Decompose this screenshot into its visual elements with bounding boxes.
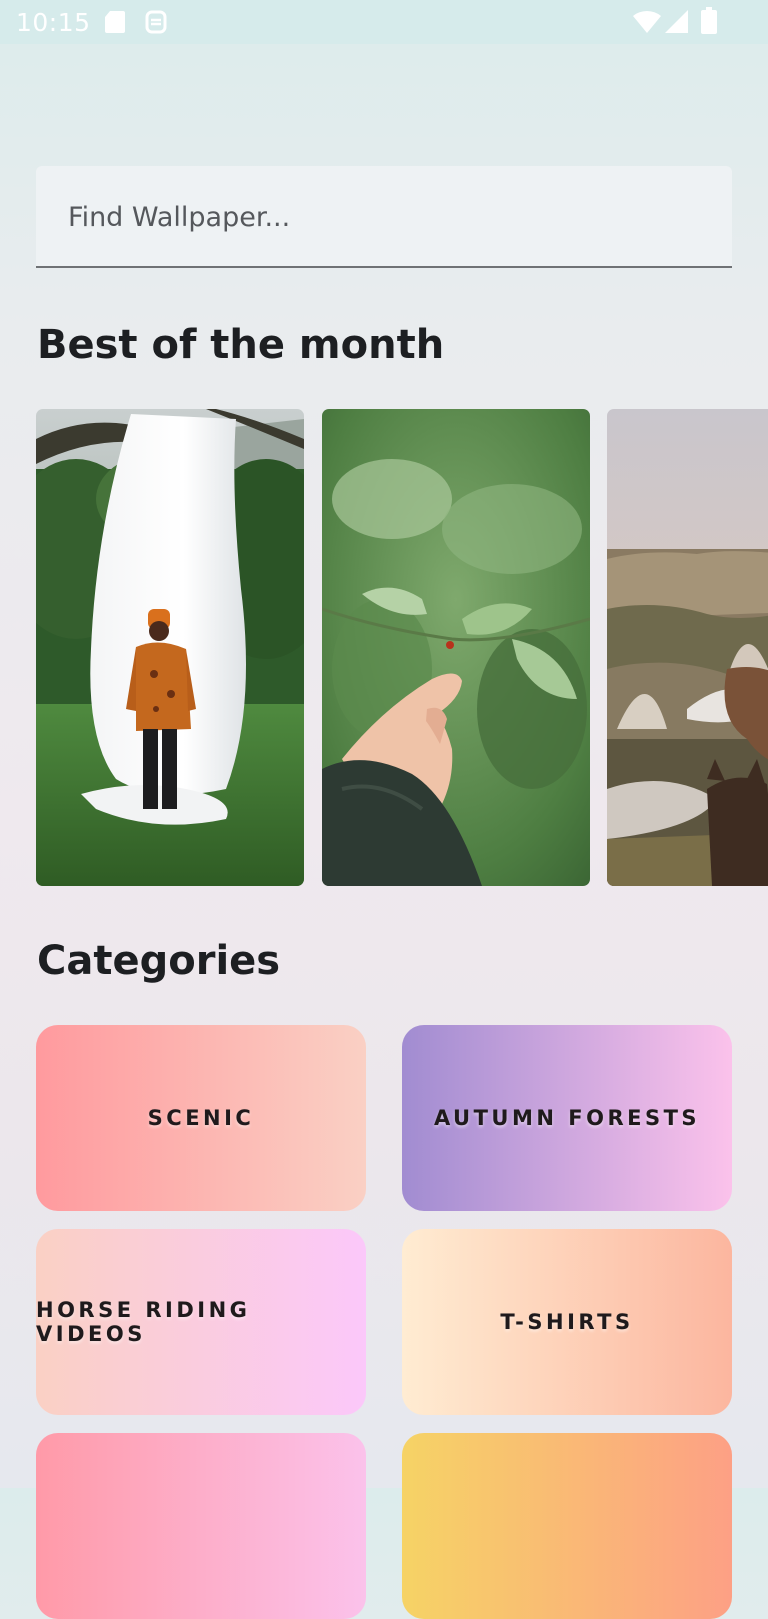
signal-icon <box>664 9 690 39</box>
best-of-month-gallery[interactable] <box>36 409 768 886</box>
category-card-partial-left[interactable] <box>36 1433 366 1619</box>
wallpaper-photo-person-white-cloth[interactable] <box>36 409 304 886</box>
battery-icon <box>700 7 718 39</box>
search-input[interactable] <box>66 194 690 240</box>
category-label: HORSE RIDING VIDEOS <box>36 1298 251 1346</box>
category-label: AUTUMN FORESTS <box>433 1106 701 1130</box>
category-card-t-shirts[interactable]: T-SHIRTS <box>402 1229 732 1415</box>
wallpaper-photo-cappadocia-dogs[interactable] <box>607 409 768 886</box>
sd-card-icon <box>104 10 126 38</box>
category-card-autumn-forests[interactable]: AUTUMN FORESTS <box>402 1025 732 1211</box>
category-card-partial-right[interactable] <box>402 1433 732 1619</box>
category-card-scenic[interactable]: SCENIC <box>36 1025 366 1211</box>
sim-icon <box>144 10 168 38</box>
wallpaper-photo-hand-ladybug[interactable] <box>322 409 590 886</box>
search-field[interactable] <box>36 166 732 268</box>
status-bar: 10:15 <box>0 0 768 44</box>
categories-title: Categories <box>37 938 281 984</box>
best-of-month-title: Best of the month <box>37 322 445 368</box>
category-label: T-SHIRTS <box>500 1310 634 1334</box>
status-time: 10:15 <box>16 8 91 37</box>
category-label: SCENIC <box>147 1106 255 1130</box>
wifi-icon <box>632 8 662 38</box>
category-card-horse-riding-videos[interactable]: HORSE RIDING VIDEOS <box>36 1229 366 1415</box>
